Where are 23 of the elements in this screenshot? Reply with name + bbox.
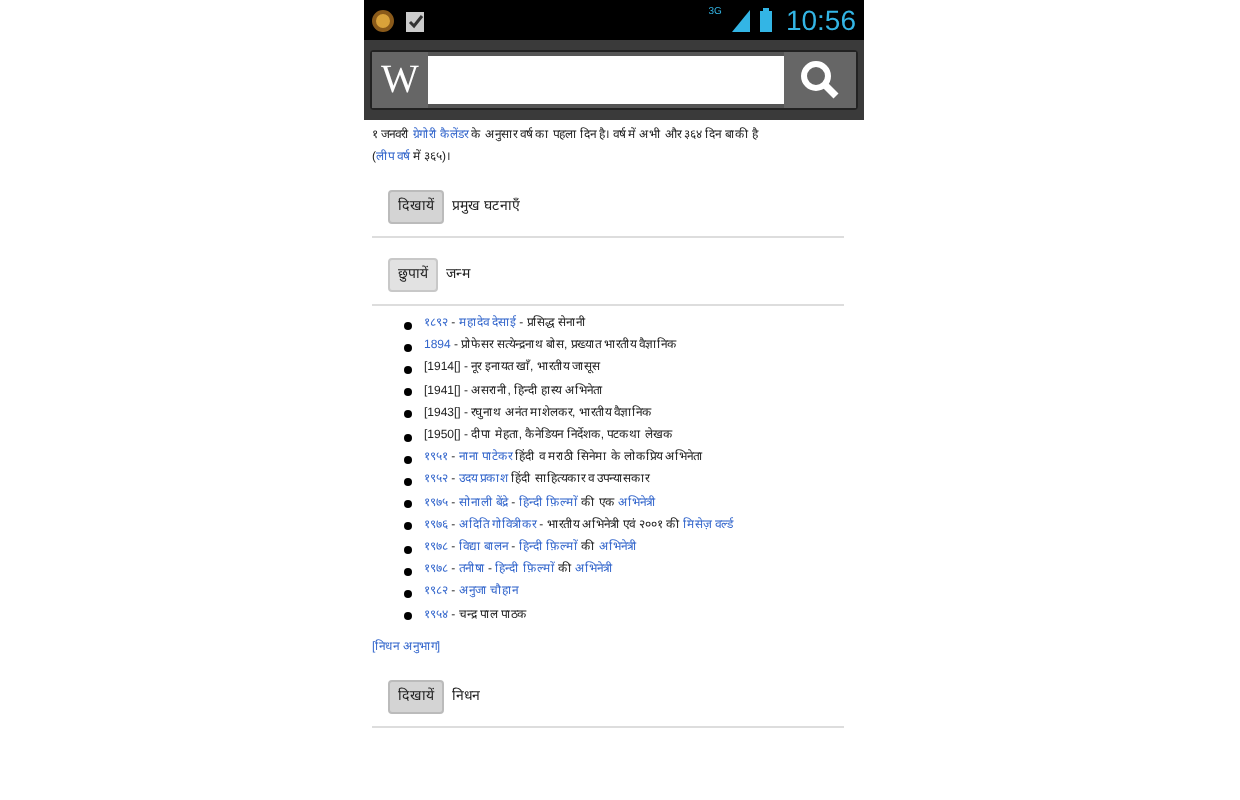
clipboard-check-icon [404,8,426,32]
bullet-icon [404,321,412,330]
bullet-icon [404,388,412,397]
battery-icon [759,8,772,32]
search-icon [800,60,840,100]
search-button[interactable] [784,52,856,108]
bullet-icon [404,590,412,599]
signal-icon [731,9,750,31]
bullet-icon [404,500,412,509]
bullet-icon [404,455,412,464]
bullet-icon [404,612,412,621]
bullet-icon [404,478,412,487]
bullet-icon [404,343,412,352]
bullet-icon [404,545,412,554]
bullet-icon [404,410,412,419]
clock: 10:56 [785,1,856,39]
bullet-icon [404,366,412,374]
app-notification-icon [372,9,394,31]
bullet-icon [404,522,412,531]
bullet-icon [404,433,412,442]
bullet-icon [404,567,412,576]
search-field[interactable] [428,56,784,104]
wikipedia-logo-button[interactable]: W [372,52,428,108]
